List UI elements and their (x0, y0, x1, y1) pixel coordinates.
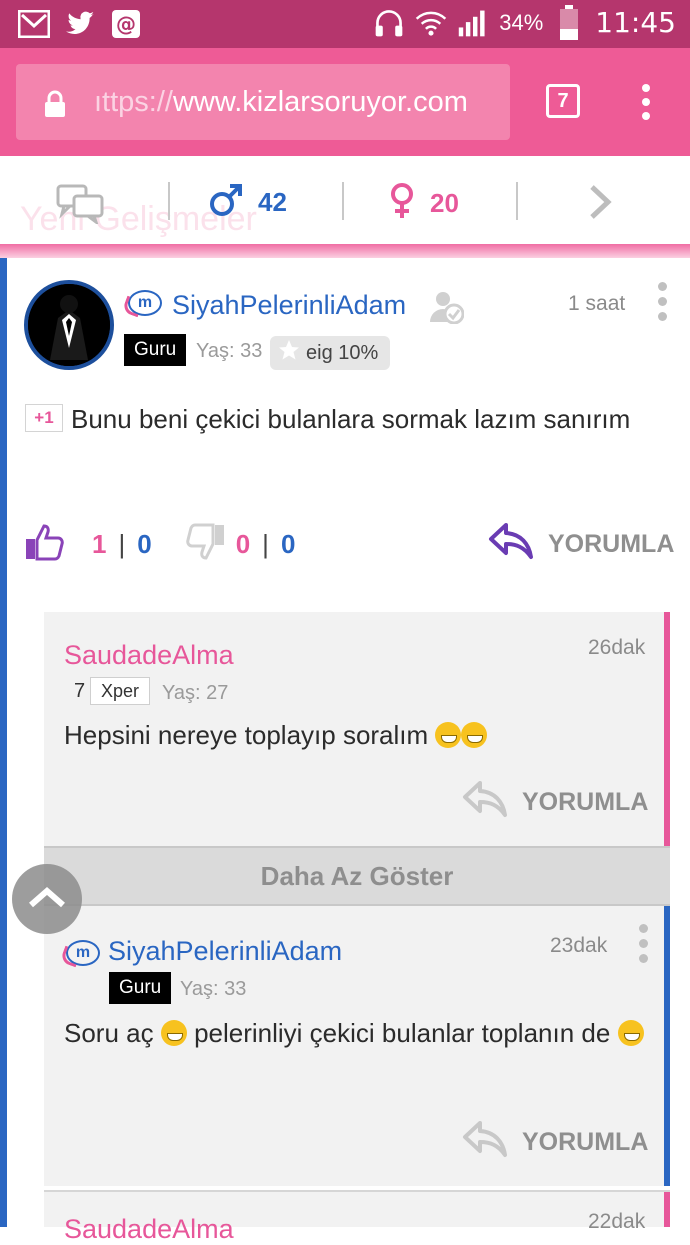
male-stat[interactable]: 42 (208, 182, 287, 223)
url-domain: www.kizlarsoruyor.com (172, 86, 468, 118)
divider (168, 182, 170, 220)
section-divider (0, 244, 690, 258)
divider (342, 182, 344, 220)
reply-age: Yaş: 33 (180, 978, 247, 1000)
chat-bubbles-icon[interactable] (56, 184, 104, 229)
thumbs-up-icon[interactable] (24, 522, 64, 567)
guru-badge: Guru (124, 334, 187, 366)
reply-arrow-icon (462, 780, 508, 825)
browser-toolbar: ıttps://www.kizlarsoruyor.com 7 (0, 48, 690, 156)
reply-age: Yaş: 27 (162, 682, 229, 704)
gmail-icon (18, 8, 50, 40)
reply-text-block: Soru aç pelerinliyi çekici bulanlar topl… (64, 1012, 654, 1055)
female-stat[interactable]: 20 (388, 182, 459, 225)
svg-text:@: @ (116, 12, 136, 36)
reply-arrow-icon (462, 1120, 508, 1165)
thread-accent (0, 258, 7, 1227)
avatar[interactable] (24, 280, 114, 370)
m-badge-icon: m (128, 290, 162, 316)
like-count: 1 (92, 528, 107, 559)
headphones-icon (373, 7, 405, 39)
vote-separator: | (262, 528, 269, 559)
show-less-button[interactable]: Daha Az Göster (44, 846, 670, 906)
battery-percent: 34% (499, 9, 544, 35)
female-count: 20 (430, 188, 459, 218)
chevron-right-icon[interactable] (586, 184, 614, 225)
user-verified-icon (430, 290, 465, 329)
guru-badge: Guru (109, 972, 172, 1004)
grin-emoji-icon (435, 722, 462, 748)
reply-label: YORUMLA (522, 788, 649, 816)
at-sign-icon: @ (110, 8, 142, 40)
vote-row: 1 | 0 0 | 0 (24, 522, 295, 566)
thumbs-down-icon[interactable] (185, 522, 226, 567)
post-text: Bunu beni çekici bulanlara sormak lazım … (71, 404, 631, 434)
grin-emoji-icon (617, 1020, 644, 1046)
reply-text-part: pelerinliyi çekici bulanlar toplanın (194, 1018, 575, 1048)
eig-badge: eig 10% (270, 336, 391, 370)
sweat-smile-emoji-icon (461, 722, 488, 748)
address-bar[interactable]: ıttps://www.kizlarsoruyor.com (16, 64, 510, 140)
signal-icon (457, 7, 489, 39)
male-symbol-icon (208, 182, 244, 223)
reply-reply-button[interactable]: YORUMLA (462, 1120, 648, 1165)
xper-badge: Xper (90, 677, 151, 705)
status-bar: @ 34% 11:45 (0, 0, 690, 48)
reply-accent (664, 612, 670, 846)
reply-accent (664, 906, 670, 1186)
twitter-icon (64, 8, 96, 40)
dislike-count: 0 (235, 528, 251, 559)
grin-emoji-icon (160, 1020, 187, 1046)
reply-time: 26dak (588, 636, 646, 659)
reply-username[interactable]: SaudadeAlma (64, 1214, 234, 1245)
browser-menu-button[interactable] (636, 84, 656, 120)
divider (516, 182, 518, 220)
chevron-up-icon (27, 885, 67, 914)
reply-text-part: de (581, 1018, 611, 1048)
like-count-secondary: 0 (137, 528, 152, 559)
male-count: 42 (258, 187, 287, 217)
clock: 11:45 (595, 6, 676, 39)
m-badge-icon: m (66, 940, 100, 966)
scroll-to-top-button[interactable] (12, 864, 82, 934)
post-more-button[interactable] (656, 282, 668, 321)
reply-time: 23dak (550, 934, 608, 957)
reply-accent (664, 1192, 670, 1227)
vote-separator: | (118, 528, 126, 559)
reply-text-part: Soru aç (64, 1018, 154, 1048)
url-prefix: ıttps:// (94, 86, 173, 118)
battery-icon (553, 4, 585, 40)
post-reply-button[interactable]: YORUMLA (488, 522, 674, 567)
wifi-icon (415, 7, 447, 39)
url-text: ıttps://www.kizlarsoruyor.com (94, 86, 504, 119)
reply-time: 22dak (588, 1210, 646, 1233)
reply-text: Hepsini nereye toplayıp soralım (64, 720, 429, 750)
star-icon (278, 339, 300, 367)
reply-label: YORUMLA (522, 1128, 649, 1156)
post-username[interactable]: SiyahPelerinliAdam (172, 290, 406, 321)
reply-more-button[interactable] (637, 924, 649, 963)
lock-icon (44, 90, 66, 123)
stats-row: Yeni Gelişmeler 42 20 (0, 156, 690, 244)
reply-username[interactable]: SiyahPelerinliAdam (108, 936, 342, 967)
female-symbol-icon (388, 182, 416, 225)
reply-reply-button[interactable]: YORUMLA (462, 780, 648, 825)
reply-label: YORUMLA (548, 530, 675, 558)
reply-text-line: Hepsini nereye toplayıp soralım (64, 714, 488, 757)
dislike-count-secondary: 0 (280, 528, 296, 559)
tab-switcher-button[interactable]: 7 (546, 84, 580, 118)
eig-text: eig 10% (306, 341, 379, 364)
xper-level: 7 (74, 680, 86, 702)
post-time: 1 saat (568, 292, 626, 315)
reply-arrow-icon (488, 522, 534, 567)
post-age: Yaş: 33 (196, 340, 263, 362)
reply-username[interactable]: SaudadeAlma (64, 640, 234, 671)
